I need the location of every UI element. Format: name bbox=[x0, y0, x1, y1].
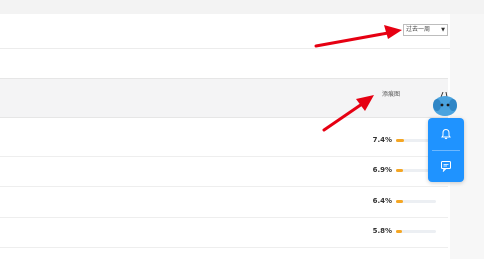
notification-button[interactable] bbox=[428, 118, 464, 150]
arrow-to-period-select bbox=[314, 25, 402, 48]
mascot-icon bbox=[433, 92, 457, 116]
floating-action-panel bbox=[428, 118, 464, 182]
arrow-to-column-header bbox=[322, 95, 374, 132]
bell-icon bbox=[441, 128, 451, 140]
annotation-arrows bbox=[314, 25, 402, 132]
chat-button[interactable] bbox=[428, 150, 464, 182]
chat-icon bbox=[441, 161, 451, 172]
